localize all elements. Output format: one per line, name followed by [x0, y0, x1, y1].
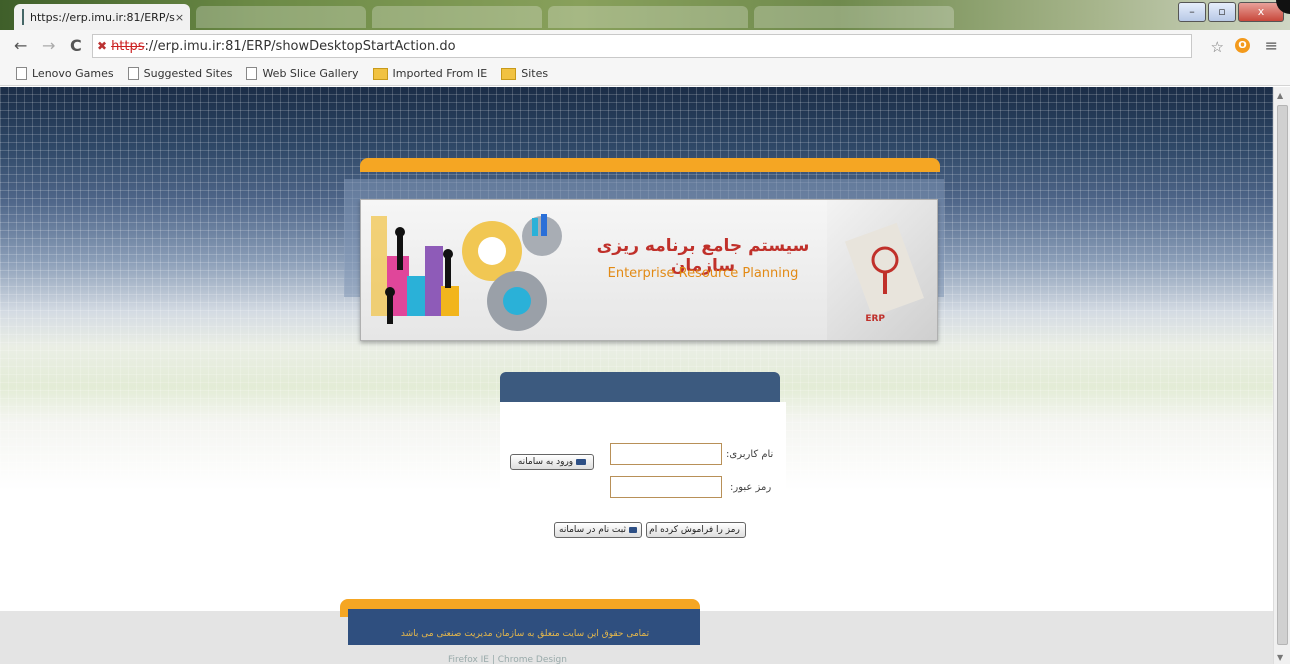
- scroll-up-icon[interactable]: ▲: [1277, 91, 1283, 100]
- arrow-icon: [629, 527, 637, 533]
- url-scheme: https: [111, 38, 145, 54]
- footer-links[interactable]: Firefox IE | Chrome Design: [448, 655, 567, 664]
- banner-decoration: ERP: [827, 200, 937, 340]
- extension-icon[interactable]: O: [1235, 38, 1250, 53]
- forward-icon[interactable]: →: [42, 36, 55, 55]
- minimize-button[interactable]: –: [1178, 2, 1206, 22]
- bookmark-star-icon[interactable]: ☆: [1211, 38, 1224, 56]
- favicon-icon: [22, 9, 24, 25]
- browser-tab[interactable]: https://erp.imu.ir:81/ERP/s ×: [14, 4, 190, 30]
- bookmark-label: Imported From IE: [392, 67, 488, 80]
- folder-icon: [372, 67, 388, 80]
- erp-banner: سیستم جامع برنامه ریزی سازمان Enterprise…: [360, 199, 938, 341]
- footer-copyright: تمامی حقوق این سایت متعلق به سازمان مدیر…: [400, 629, 650, 639]
- url-text: ://erp.imu.ir:81/ERP/showDesktopStartAct…: [144, 38, 456, 54]
- window-controls: – ▫ x: [1178, 2, 1284, 22]
- username-input[interactable]: [610, 443, 722, 465]
- bookmark-item[interactable]: Web Slice Gallery: [246, 67, 359, 80]
- folder-icon: [501, 67, 517, 80]
- bookmark-item[interactable]: Suggested Sites: [127, 67, 233, 80]
- background-tab[interactable]: [196, 6, 366, 28]
- page-icon: [127, 67, 139, 80]
- bookmark-label: Web Slice Gallery: [262, 67, 359, 80]
- login-panel: نام کاربری: رمز عبور: ورود به سامانه رمز…: [500, 402, 786, 538]
- address-bar[interactable]: ✖ https ://erp.imu.ir:81/ERP/showDesktop…: [92, 34, 1192, 58]
- footer-panel: [348, 609, 700, 645]
- business-gears-illustration: [371, 214, 562, 331]
- bookmark-label: Suggested Sites: [143, 67, 233, 80]
- reload-icon[interactable]: C: [70, 36, 82, 55]
- bookmarks-bar: Lenovo Games Suggested Sites Web Slice G…: [0, 62, 1290, 86]
- scroll-down-icon[interactable]: ▼: [1277, 653, 1283, 662]
- background-tab[interactable]: [372, 6, 542, 28]
- forgot-password-label: رمز را فراموش کرده ام: [649, 525, 740, 535]
- bookmark-folder[interactable]: Sites: [501, 67, 548, 80]
- scrollbar-thumb[interactable]: [1277, 105, 1288, 645]
- menu-icon[interactable]: ≡: [1265, 36, 1278, 55]
- tab-close-icon[interactable]: ×: [175, 11, 184, 24]
- background-tab[interactable]: [754, 6, 954, 28]
- login-button-label: ورود به سامانه: [517, 457, 574, 467]
- browser-toolbar: ← → C ✖ https ://erp.imu.ir:81/ERP/showD…: [0, 30, 1290, 63]
- register-button[interactable]: ثبت نام در سامانه: [554, 522, 642, 538]
- tab-title: https://erp.imu.ir:81/ERP/s: [30, 10, 175, 24]
- register-button-label: ثبت نام در سامانه: [559, 525, 626, 535]
- broken-lock-icon: ✖: [97, 39, 108, 53]
- erp-tag: ERP: [865, 314, 885, 324]
- page-icon: [246, 67, 258, 80]
- banner-top-bar: [360, 158, 940, 172]
- password-input[interactable]: [610, 476, 722, 498]
- page-viewport: سیستم جامع برنامه ریزی سازمان Enterprise…: [0, 87, 1274, 664]
- banner-title-english: Enterprise Resource Planning: [607, 266, 799, 281]
- bookmark-item[interactable]: Lenovo Games: [16, 67, 114, 80]
- back-icon[interactable]: ←: [14, 36, 27, 55]
- maximize-button[interactable]: ▫: [1208, 2, 1236, 22]
- key-icon: [576, 459, 587, 465]
- bookmark-label: Sites: [521, 67, 549, 80]
- login-button[interactable]: ورود به سامانه: [510, 454, 594, 470]
- browser-tab-bar: https://erp.imu.ir:81/ERP/s × – ▫ x: [0, 0, 1290, 30]
- bookmark-label: Lenovo Games: [32, 67, 114, 80]
- background-tab[interactable]: [548, 6, 748, 28]
- page-scrollbar[interactable]: ▲ ▼: [1273, 87, 1290, 664]
- page-icon: [16, 67, 27, 80]
- username-label: نام کاربری:: [726, 449, 774, 460]
- password-label: رمز عبور:: [730, 482, 772, 493]
- forgot-password-button[interactable]: رمز را فراموش کرده ام: [646, 522, 746, 538]
- bookmark-folder[interactable]: Imported From IE: [372, 67, 488, 80]
- login-panel-header: [500, 372, 780, 402]
